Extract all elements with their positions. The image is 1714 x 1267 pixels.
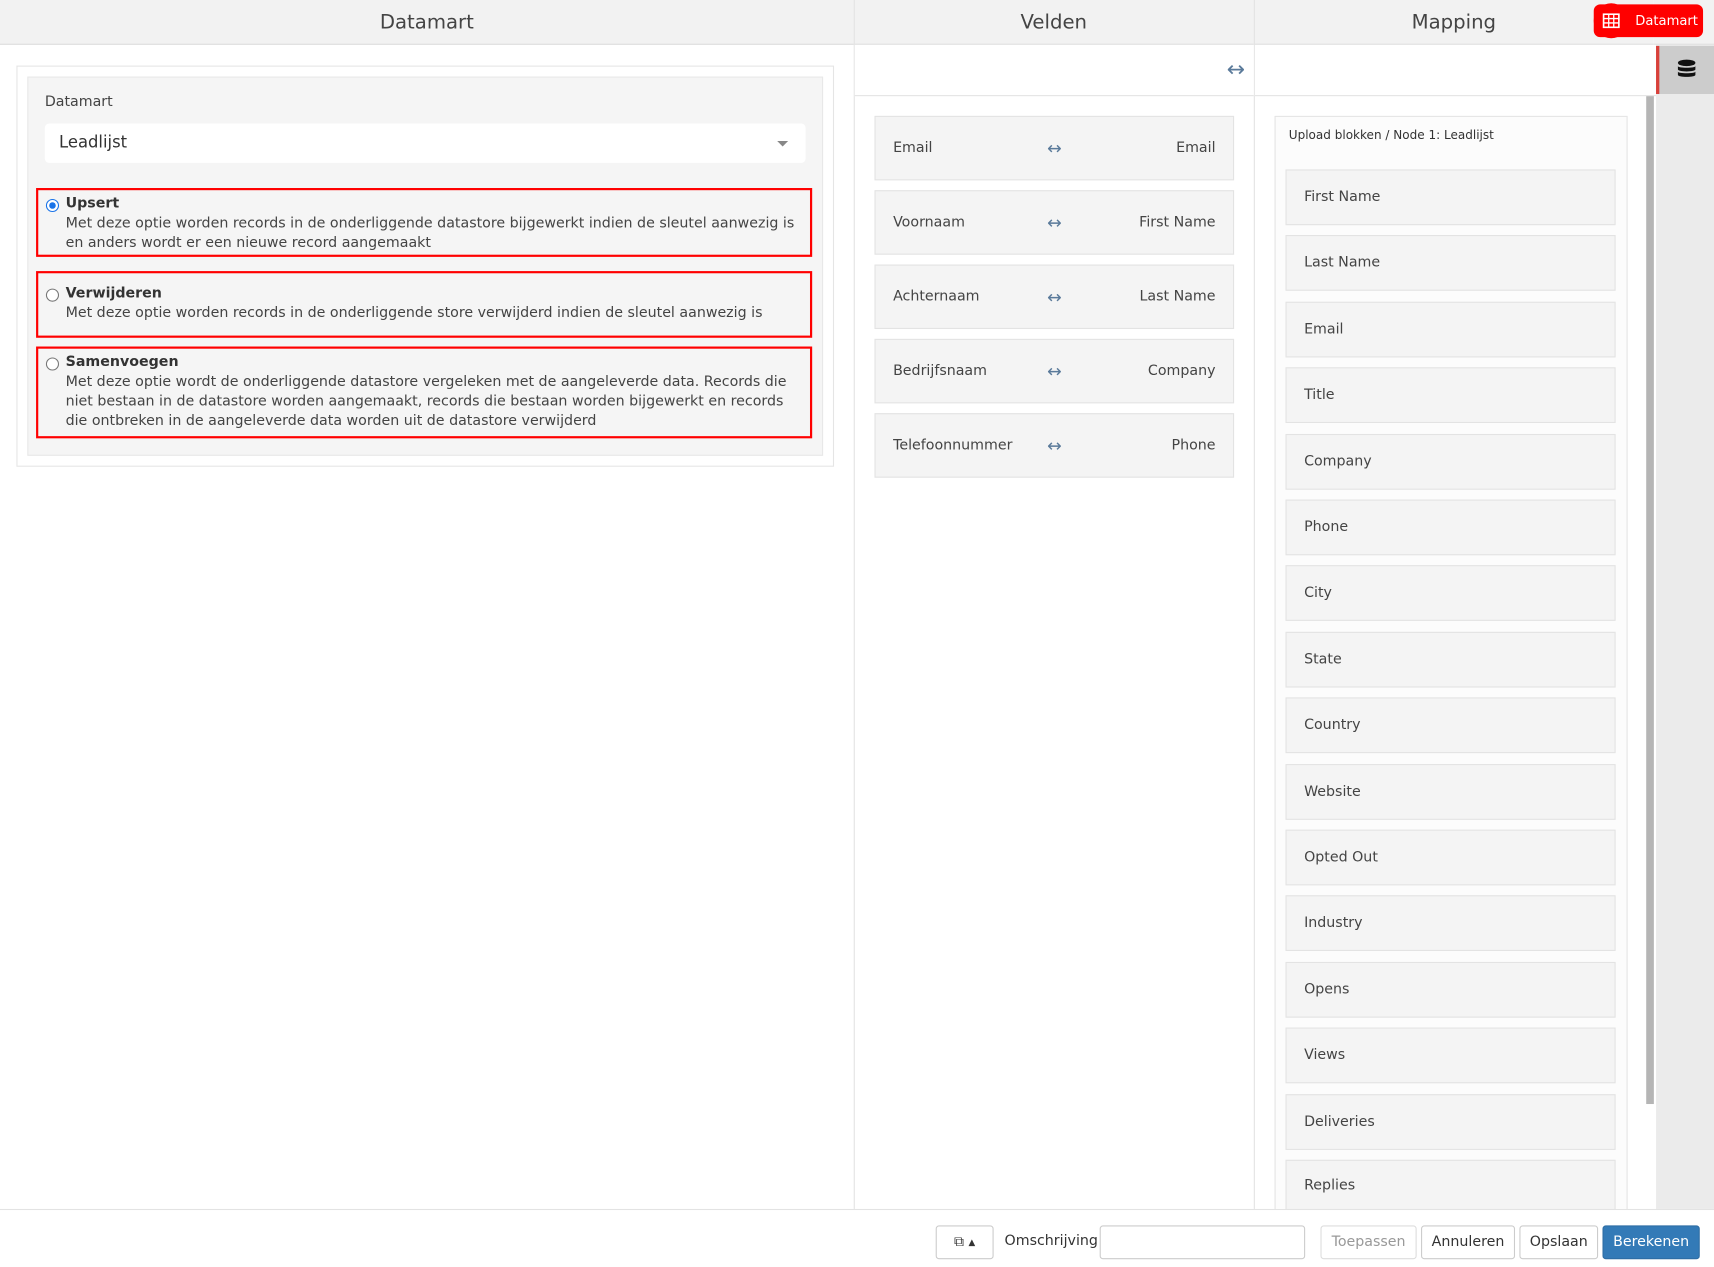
description-label: Omschrijving bbox=[1004, 1233, 1098, 1250]
option-samenvoegen[interactable]: Samenvoegen Met deze optie wordt de onde… bbox=[36, 346, 813, 439]
database-icon bbox=[1677, 59, 1696, 77]
description-input[interactable] bbox=[1099, 1225, 1306, 1260]
option-verwijderen[interactable]: Verwijderen Met deze optie worden record… bbox=[36, 271, 813, 338]
mapping-item[interactable]: Views bbox=[1285, 1027, 1616, 1084]
app: Datamart Velden Mapping Datamart Datamar… bbox=[0, 0, 1714, 1267]
badge-label: Datamart bbox=[1635, 13, 1698, 29]
option-title: Samenvoegen bbox=[65, 354, 179, 371]
radio-samenvoegen[interactable] bbox=[45, 357, 60, 371]
mapping-item[interactable]: Email bbox=[1285, 301, 1616, 358]
mapping-item[interactable]: Company bbox=[1285, 433, 1616, 490]
radio-upsert[interactable] bbox=[45, 198, 60, 213]
field-mapping-row[interactable]: Voornaam ↔ First Name bbox=[874, 190, 1235, 255]
datamart-select[interactable]: Leadlijst bbox=[44, 123, 806, 163]
swap-arrows-icon: ↔ bbox=[1046, 360, 1062, 382]
compute-button[interactable]: Berekenen bbox=[1602, 1225, 1700, 1260]
radio-verwijderen[interactable] bbox=[45, 288, 60, 302]
copy-icon: ⧉ bbox=[954, 1234, 965, 1251]
right-sidebar bbox=[1656, 44, 1714, 1211]
apply-button[interactable]: Toepassen bbox=[1320, 1225, 1417, 1260]
option-desc: Met deze optie worden records in de onde… bbox=[65, 215, 795, 252]
mapping-item[interactable]: Last Name bbox=[1285, 235, 1616, 292]
mapping-item[interactable]: Opted Out bbox=[1285, 829, 1616, 886]
mapping-item[interactable]: Opens bbox=[1285, 961, 1616, 1018]
datamart-select-value: Leadlijst bbox=[59, 132, 128, 152]
mapping-toolbar bbox=[1254, 44, 1657, 97]
scrollbar[interactable] bbox=[1646, 96, 1654, 1105]
target-field: Email bbox=[1176, 139, 1216, 157]
option-desc: Met deze optie worden records in de onde… bbox=[65, 304, 763, 322]
swap-arrows-icon: ↔ bbox=[1046, 212, 1062, 233]
source-field: Voornaam bbox=[893, 214, 965, 231]
header-datamart: Datamart bbox=[0, 0, 854, 45]
divider bbox=[1253, 0, 1255, 1211]
mapping-item[interactable]: Industry bbox=[1285, 895, 1616, 952]
target-field: Company bbox=[1147, 362, 1216, 380]
source-field: Telefoonnummer bbox=[893, 437, 1013, 454]
mapping-item[interactable]: Title bbox=[1285, 367, 1616, 424]
swap-arrows-icon: ↔ bbox=[1046, 435, 1062, 456]
save-button[interactable]: Opslaan bbox=[1519, 1225, 1599, 1260]
chevron-down-icon bbox=[777, 141, 789, 147]
datamart-badge-button[interactable]: Datamart bbox=[1593, 3, 1704, 39]
option-upsert[interactable]: Upsert Met deze optie worden records in … bbox=[36, 188, 813, 257]
mapping-item[interactable]: Phone bbox=[1285, 499, 1616, 556]
mapping-item[interactable]: First Name bbox=[1285, 169, 1616, 226]
field-mapping-row[interactable]: Email ↔ Email bbox=[874, 115, 1235, 181]
mapping-item[interactable]: State bbox=[1285, 631, 1616, 688]
source-field: Email bbox=[893, 139, 933, 157]
target-field: Phone bbox=[1171, 437, 1216, 454]
swap-arrows-icon: ↔ bbox=[1046, 286, 1062, 308]
option-desc: Met deze optie wordt de onderliggende da… bbox=[65, 373, 787, 430]
table-icon bbox=[1593, 3, 1629, 39]
header-velden: Velden bbox=[853, 0, 1254, 45]
mapping-item[interactable]: Replies bbox=[1285, 1159, 1616, 1211]
copy-dropdown-button[interactable]: ⧉ ▲ bbox=[935, 1225, 994, 1260]
mapping-item[interactable]: Deliveries bbox=[1285, 1093, 1616, 1150]
target-field: First Name bbox=[1139, 214, 1216, 231]
mapping-item[interactable]: Website bbox=[1285, 763, 1616, 820]
source-field: Achternaam bbox=[893, 288, 980, 305]
swap-arrows-icon: ↔ bbox=[1046, 137, 1062, 159]
option-title: Verwijderen bbox=[65, 285, 162, 302]
swap-arrows-icon[interactable]: ↔ bbox=[1227, 56, 1245, 82]
field-mapping-row[interactable]: Achternaam ↔ Last Name bbox=[874, 264, 1235, 330]
divider bbox=[853, 0, 855, 1211]
mapping-item[interactable]: Country bbox=[1285, 697, 1616, 754]
field-mapping-row[interactable]: Telefoonnummer ↔ Phone bbox=[874, 413, 1235, 478]
cancel-button[interactable]: Annuleren bbox=[1421, 1225, 1516, 1260]
velden-toolbar: ↔ bbox=[854, 44, 1254, 97]
target-field: Last Name bbox=[1139, 288, 1216, 305]
caret-up-icon: ▲ bbox=[968, 1237, 976, 1248]
source-field: Bedrijfsnaam bbox=[893, 362, 987, 380]
mapping-item[interactable]: City bbox=[1285, 565, 1616, 622]
option-title: Upsert bbox=[65, 195, 120, 213]
mapping-breadcrumb: Upload blokken / Node 1: Leadlijst bbox=[1288, 127, 1494, 143]
datamart-label: Datamart bbox=[44, 94, 113, 111]
database-button[interactable] bbox=[1656, 45, 1714, 95]
field-mapping-row[interactable]: Bedrijfsnaam ↔ Company bbox=[874, 338, 1235, 404]
